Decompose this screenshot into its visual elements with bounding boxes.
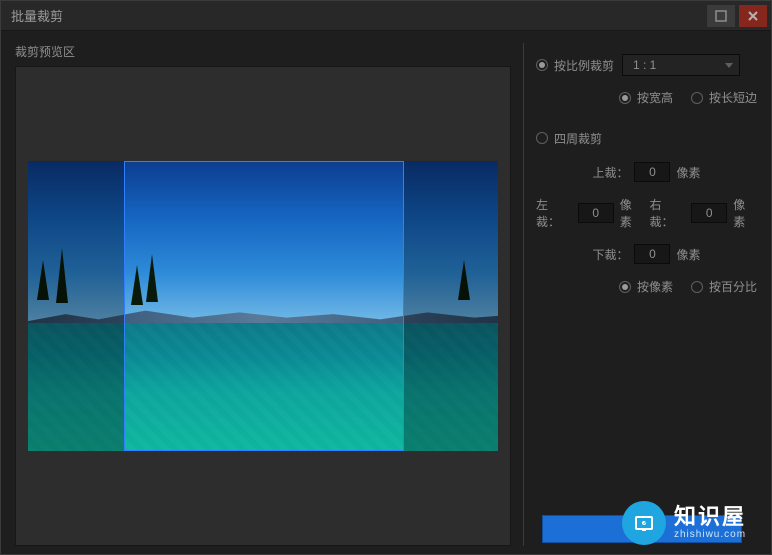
left-crop-input[interactable] [578,203,614,223]
close-button[interactable] [739,5,767,27]
unit-pct-option[interactable]: 按百分比 [691,278,757,295]
bottom-crop-input[interactable] [634,244,670,264]
ratio-crop-row: 按比例裁剪 1 : 1 [536,51,757,79]
sides-crop-label: 四周裁剪 [554,130,602,147]
vertical-divider [523,43,524,546]
by-width-height-radio[interactable] [619,92,631,104]
by-width-height-option[interactable]: 按宽高 [619,89,673,106]
by-short-edge-option[interactable]: 按长短边 [691,89,757,106]
ratio-crop-label: 按比例裁剪 [554,57,614,74]
left-crop-label: 左裁： [536,196,572,230]
top-crop-row: 上裁： 像素 [536,162,757,182]
unit-px-label: 按像素 [637,278,673,295]
left-right-crop-row: 左裁： 像素 右裁： 像素 [536,196,757,230]
ratio-crop-radio[interactable] [536,59,548,71]
preview-panel: 裁剪预览区 [15,43,511,546]
sides-crop-radio[interactable] [536,132,548,144]
confirm-button-label: 确 [636,521,648,538]
preview-image-wrap[interactable] [28,161,498,451]
ratio-select[interactable]: 1 : 1 [622,54,740,76]
chevron-down-icon [725,63,733,68]
sides-crop-row: 四周裁剪 [536,124,757,152]
titlebar-buttons [707,5,771,27]
unit-px-radio[interactable] [619,281,631,293]
controls-panel: 按比例裁剪 1 : 1 按宽高 按长短边 四周裁剪 [532,43,763,546]
bottom-crop-row: 下裁： 像素 [536,244,757,264]
left-crop-unit: 像素 [620,196,644,230]
top-crop-unit: 像素 [676,164,700,181]
unit-px-option[interactable]: 按像素 [619,278,673,295]
ratio-mode-row: 按宽高 按长短边 [536,89,757,106]
by-short-edge-label: 按长短边 [709,89,757,106]
ratio-select-value: 1 : 1 [633,58,656,72]
preview-box [15,66,511,546]
right-crop-input[interactable] [691,203,727,223]
minimize-icon [715,10,727,22]
bottom-crop-label: 下裁： [592,246,628,263]
by-width-height-label: 按宽高 [637,89,673,106]
by-short-edge-radio[interactable] [691,92,703,104]
unit-pct-radio[interactable] [691,281,703,293]
window-title: 批量裁剪 [11,6,63,25]
titlebar[interactable]: 批量裁剪 [1,1,771,31]
right-crop-unit: 像素 [733,196,757,230]
confirm-button[interactable]: 确 [542,515,742,543]
preview-label: 裁剪预览区 [15,43,511,60]
unit-pct-label: 按百分比 [709,278,757,295]
top-crop-input[interactable] [634,162,670,182]
right-crop-label: 右裁： [650,196,686,230]
preview-image [28,161,498,451]
minimize-button[interactable] [707,5,735,27]
unit-mode-row: 按像素 按百分比 [536,278,757,295]
top-crop-label: 上裁： [592,164,628,181]
batch-crop-window: 批量裁剪 裁剪预览区 [0,0,772,555]
bottom-crop-unit: 像素 [676,246,700,263]
window-body: 裁剪预览区 按比例裁剪 1 : 1 [1,31,771,554]
close-icon [747,10,759,22]
